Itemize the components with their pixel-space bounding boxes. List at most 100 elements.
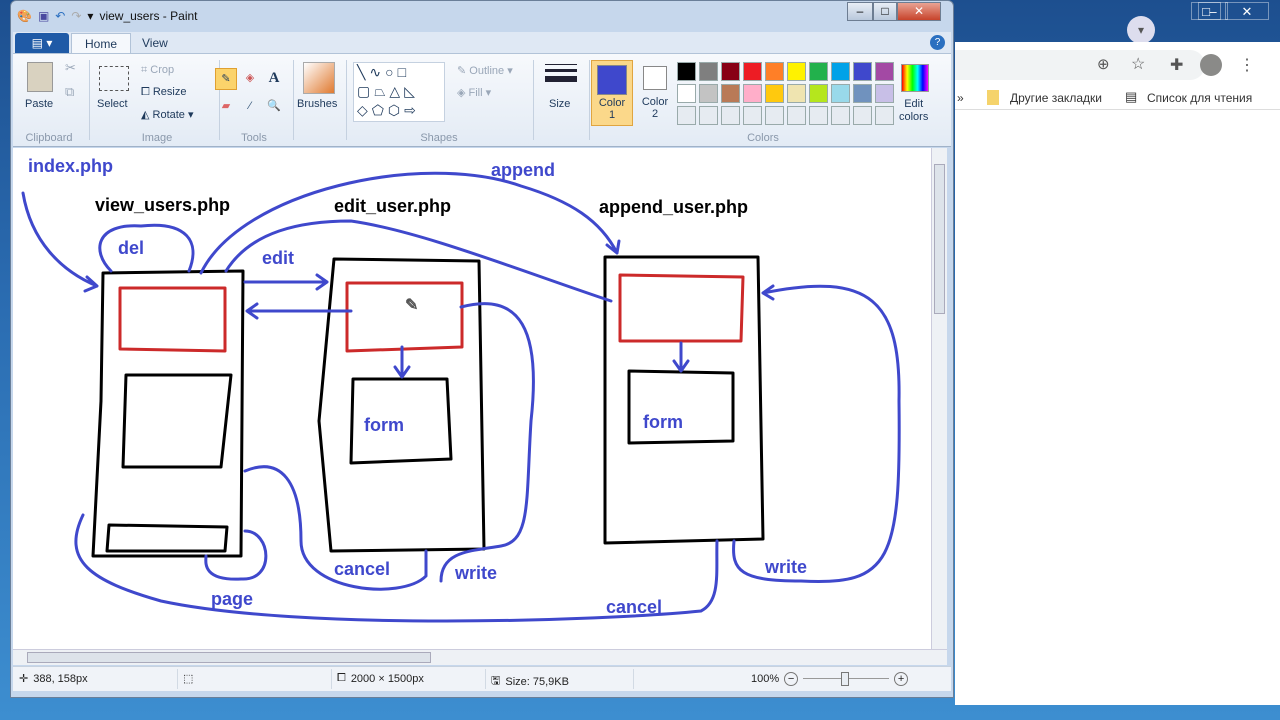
brushes-button[interactable]: Brushes [297,98,337,110]
palette-empty-swatch[interactable] [677,106,696,125]
palette-color-swatch[interactable] [809,84,828,103]
redo-icon[interactable]: ↷ [71,9,81,23]
select-button[interactable]: Select [97,98,128,110]
magnifier-icon[interactable]: 🔍 [263,96,285,118]
palette-empty-swatch[interactable] [809,106,828,125]
palette-empty-swatch[interactable] [787,106,806,125]
palette-color-swatch[interactable] [721,62,740,81]
size-icon[interactable] [545,64,577,82]
edit-colors-button[interactable]: Edit colors [899,98,928,124]
palette-empty-swatch[interactable] [743,106,762,125]
close-button[interactable]: ✕ [897,2,941,21]
zoom-icon[interactable]: ⊕ [1097,55,1110,73]
palette-empty-swatch[interactable] [853,106,872,125]
palette-color-swatch[interactable] [677,62,696,81]
palette-color-swatch[interactable] [743,84,762,103]
eraser-icon[interactable]: ▰ [215,96,237,118]
cut-icon[interactable]: ✂ [65,60,76,76]
paste-icon[interactable] [27,62,53,92]
palette-color-swatch[interactable] [699,62,718,81]
palette-color-swatch[interactable] [765,84,784,103]
palette-color-swatch[interactable] [853,84,872,103]
zoom-in-button[interactable]: + [894,672,909,686]
palette-color-swatch[interactable] [831,84,850,103]
palette-color-swatch[interactable] [721,84,740,103]
file-menu-button[interactable]: ▤ ▾ [15,33,69,53]
shapes-gallery[interactable]: ╲∿○□ ▢⏢△◺ ◇⬠⬡⇨ [353,62,445,122]
profile-dropdown-icon[interactable]: ▾ [1127,16,1155,44]
copy-icon[interactable]: ⧉ [65,84,74,100]
vertical-scrollbar[interactable] [931,148,947,650]
palette-color-swatch[interactable] [875,84,894,103]
horizontal-scroll-thumb[interactable] [27,652,431,663]
color1-label: Color [598,97,626,109]
size-button[interactable]: Size [549,98,570,110]
reading-list[interactable]: Список для чтения [1147,91,1252,105]
crop-button[interactable]: ⌗ Crop [141,64,174,77]
bookmark-star-icon[interactable]: ☆ [1131,54,1145,74]
tools-group-label: Tools [241,132,267,144]
color-picker-icon[interactable]: ⁄ [239,96,261,118]
save-icon[interactable]: ▣ [38,9,49,23]
address-bar[interactable]: ⊕ ☆ [955,50,1205,80]
colors-group-label: Colors [747,132,779,144]
customize-quick-access-icon[interactable]: ▾ [87,9,93,23]
extensions-icon[interactable]: ✚ [1170,55,1183,75]
help-icon[interactable]: ? [930,35,945,50]
zoom-slider[interactable] [803,672,890,686]
palette-empty-swatch[interactable] [765,106,784,125]
palette-empty-swatch[interactable] [875,106,894,125]
menu-icon[interactable]: ⋮ [1239,55,1255,75]
zoom-slider-thumb[interactable] [841,672,850,686]
pencil-icon[interactable]: ✎ [215,68,237,90]
drawing-canvas[interactable]: append del edit form form cancel write p… [13,148,931,650]
tab-home[interactable]: Home [71,33,132,54]
palette-color-swatch[interactable] [853,62,872,81]
bookmark-other[interactable]: Другие закладки [1010,91,1102,105]
palette-color-swatch[interactable] [787,84,806,103]
palette-color-swatch[interactable] [809,62,828,81]
label-form-edit: form [364,415,404,435]
resize-button[interactable]: ⧠ Resize [141,86,186,99]
palette-color-swatch[interactable] [699,84,718,103]
fill-icon[interactable]: ◈ [239,68,261,90]
maximize-button[interactable]: □ [873,2,897,21]
image-dimensions-icon: ⧠ [337,672,346,684]
outline-button[interactable]: ✎ Outline ▾ [457,64,513,77]
tab-view[interactable]: View [129,33,181,54]
undo-icon[interactable]: ↶ [55,9,65,23]
more-bookmarks-button[interactable]: » [957,91,964,105]
palette-empty-swatch[interactable] [831,106,850,125]
resize-icon: ⧠ [141,86,153,98]
browser-maximize-button[interactable]: □ [1191,2,1221,20]
palette-color-swatch[interactable] [743,62,762,81]
page-boxes [91,255,765,558]
paste-button[interactable]: Paste [25,98,53,110]
view-users-box [91,269,245,558]
minimize-button[interactable]: – [847,2,873,21]
palette-color-swatch[interactable] [677,84,696,103]
fill-button[interactable]: ◈ Fill ▾ [457,86,491,99]
avatar[interactable] [1200,54,1222,76]
image-dimensions: 2000 × 1500px [350,672,424,685]
palette-color-swatch[interactable] [875,62,894,81]
horizontal-scrollbar[interactable] [13,649,947,665]
palette-empty-swatch[interactable] [721,106,740,125]
palette-empty-swatch[interactable] [699,106,718,125]
text-icon[interactable]: A [263,68,285,90]
select-icon[interactable] [99,66,129,91]
label-cancel-append: cancel [606,597,662,617]
pencil-cursor-icon: ✎ [405,297,418,314]
color1-button[interactable]: Color 1 [591,60,633,126]
zoom-out-button[interactable]: − [784,672,799,686]
color2-button[interactable]: Color 2 [635,60,675,126]
edit-colors-icon[interactable] [901,64,929,92]
ribbon-tabs: ▤ ▾ Home View ? [13,32,951,54]
rotate-button[interactable]: ◭ Rotate ▾ [141,108,194,121]
brushes-icon[interactable] [303,62,335,94]
vertical-scroll-thumb[interactable] [934,164,945,314]
browser-close-button[interactable]: ✕ [1225,2,1269,20]
palette-color-swatch[interactable] [765,62,784,81]
palette-color-swatch[interactable] [787,62,806,81]
palette-color-swatch[interactable] [831,62,850,81]
